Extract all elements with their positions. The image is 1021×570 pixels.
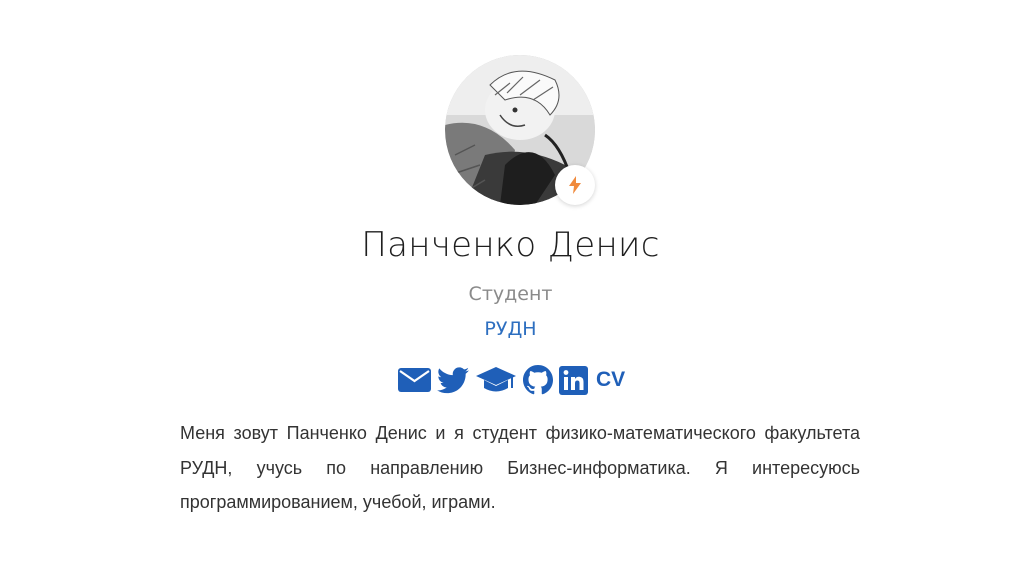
profile-role: Студент	[468, 283, 553, 305]
scholar-link[interactable]	[475, 364, 517, 396]
graduation-cap-icon	[476, 367, 516, 392]
avatar-container	[445, 55, 597, 207]
twitter-link[interactable]	[437, 364, 469, 396]
envelope-icon	[398, 368, 431, 392]
github-link[interactable]	[523, 364, 553, 396]
email-link[interactable]	[398, 364, 431, 396]
linkedin-icon	[559, 365, 588, 395]
github-icon	[523, 365, 553, 395]
linkedin-link[interactable]	[559, 364, 588, 396]
organization-link[interactable]: РУДН	[0, 318, 1021, 340]
bio-text: Меня зовут Панченко Денис и я студент фи…	[180, 423, 860, 512]
status-badge	[555, 165, 595, 205]
cv-link[interactable]: CV	[594, 364, 625, 396]
twitter-icon	[437, 366, 469, 393]
profile-page: Панченко Денис Студент РУДН CV Меня зову…	[0, 0, 1021, 570]
social-links: CV	[398, 364, 625, 396]
profile-name: Панченко Денис	[361, 225, 660, 265]
cv-icon: CV	[596, 368, 626, 391]
lightning-bolt-icon	[569, 176, 581, 194]
